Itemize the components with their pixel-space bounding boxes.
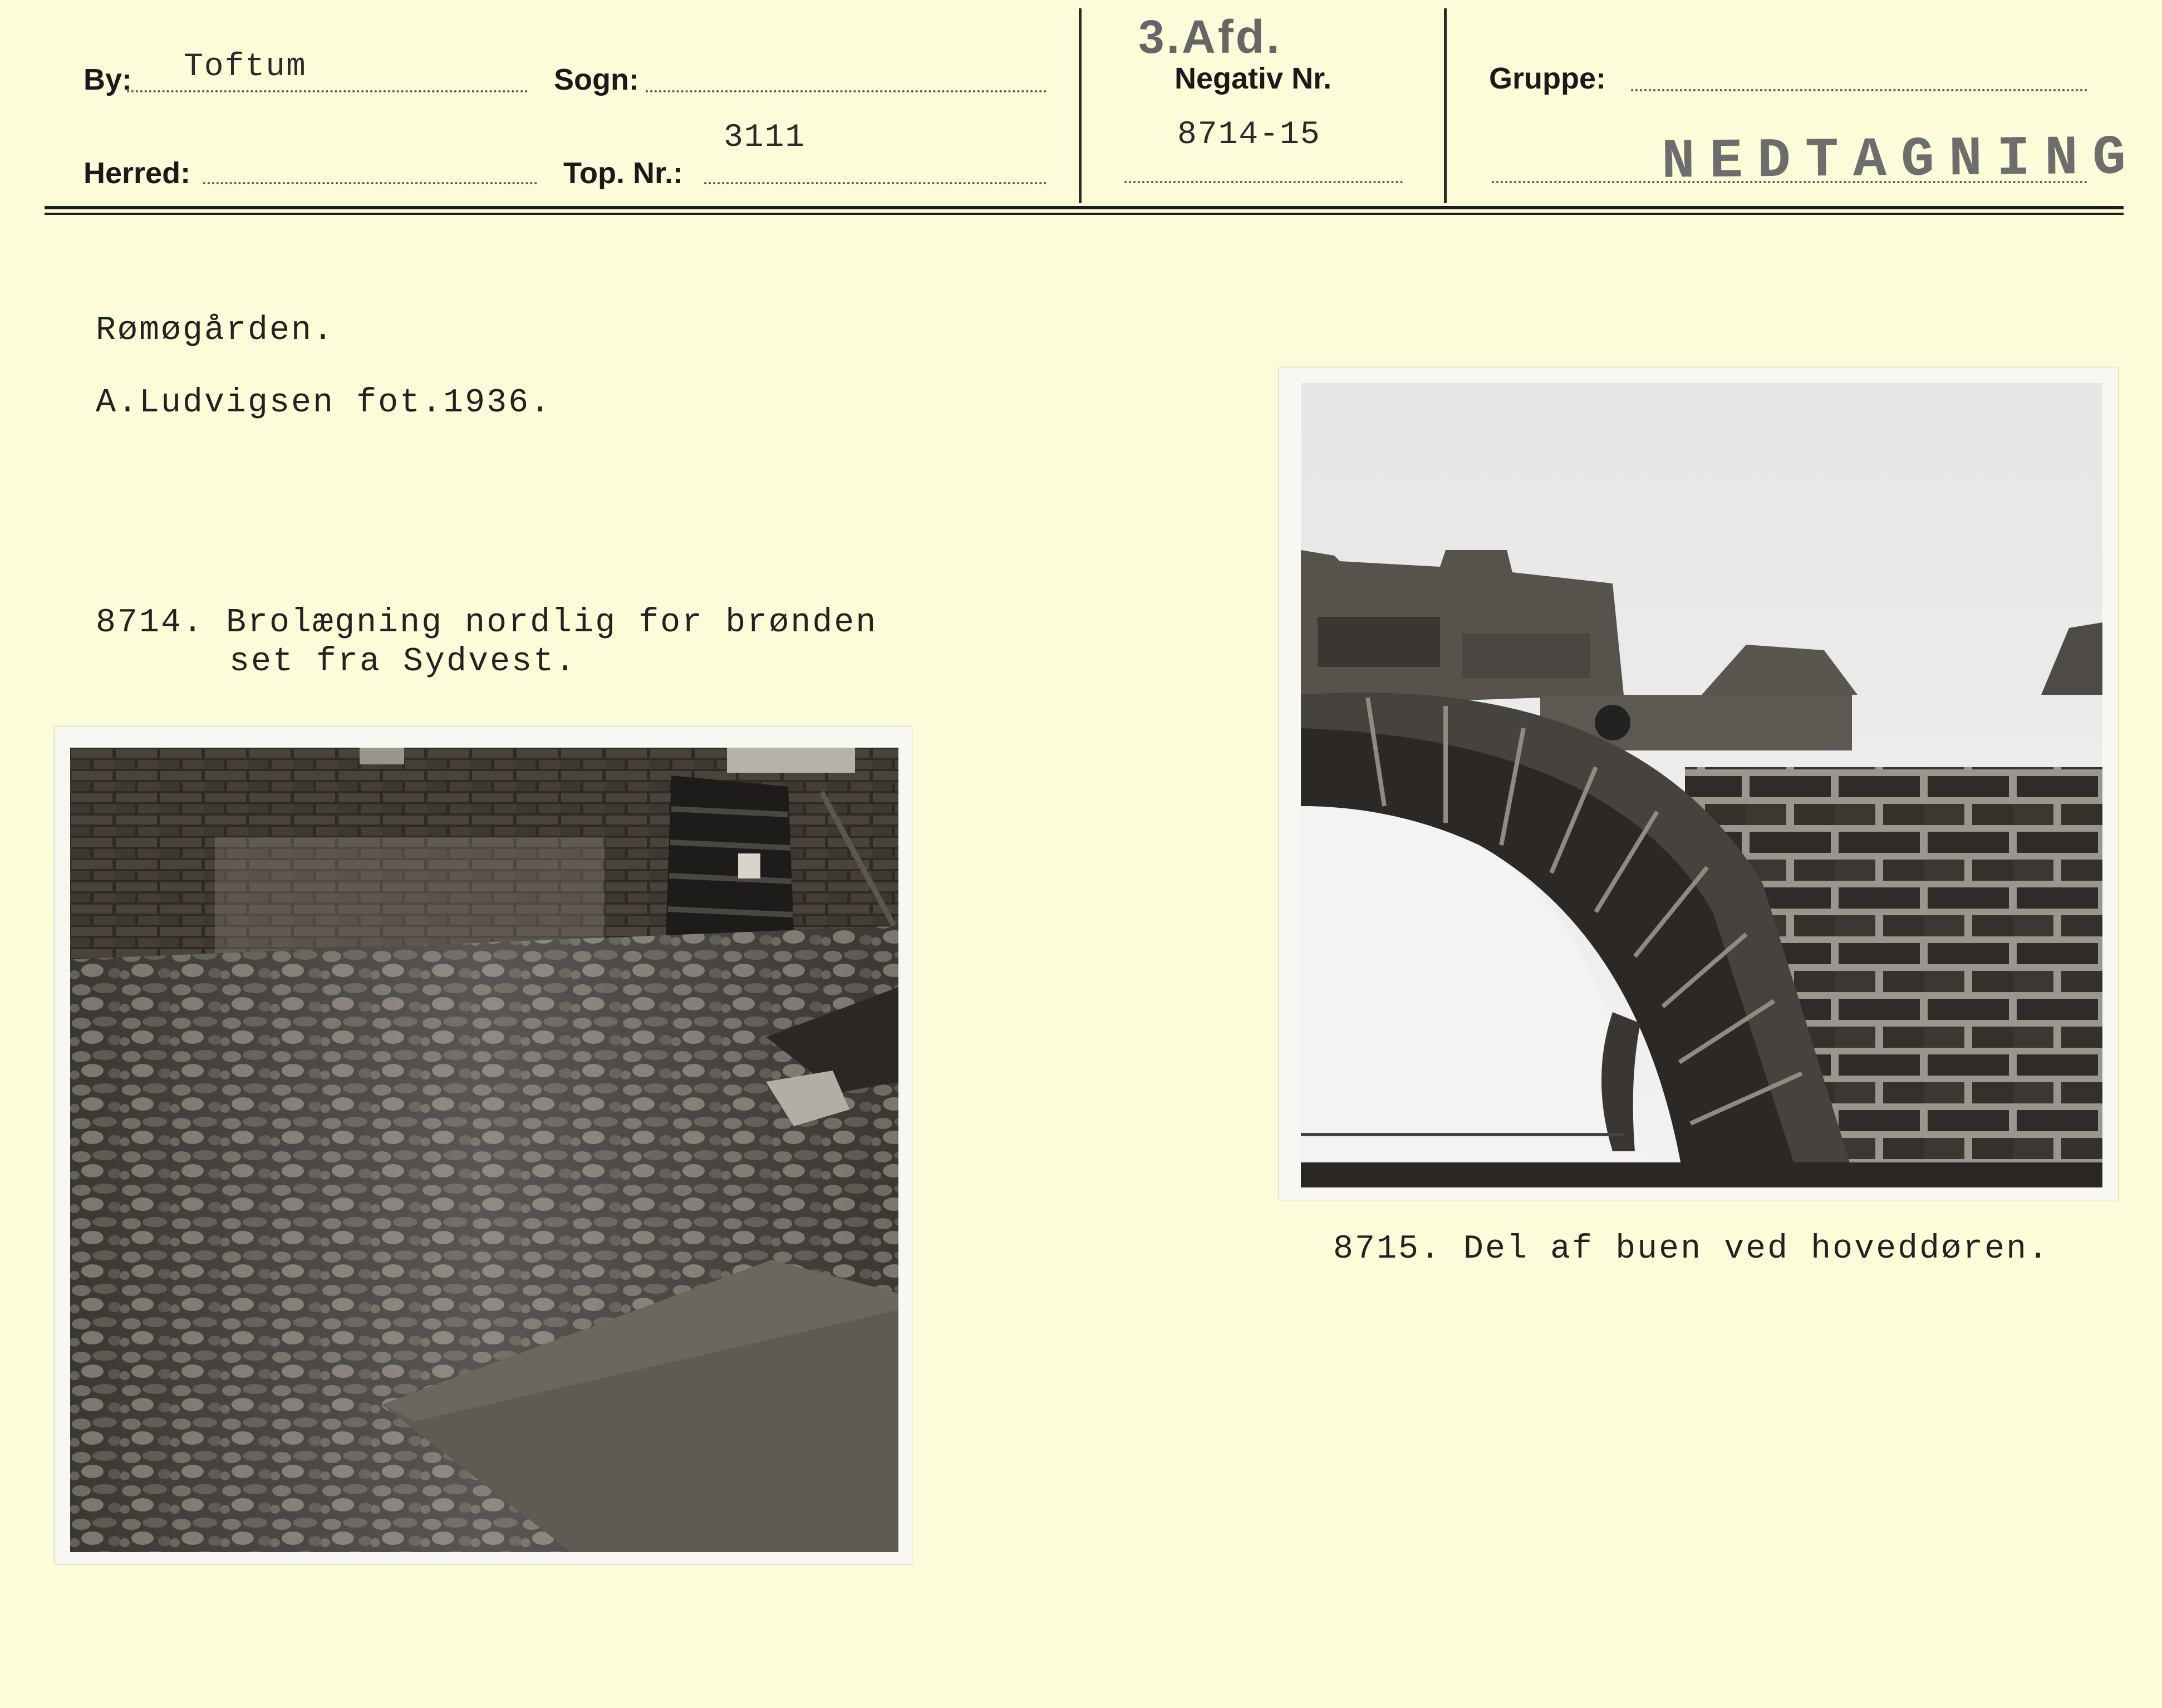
herred-dotted-line	[203, 182, 537, 184]
photo-left-frame	[55, 727, 912, 1564]
top-nr-label: Top. Nr.:	[563, 156, 683, 190]
herred-label: Herred:	[83, 156, 191, 190]
cobblestone-courtyard-photo	[70, 748, 898, 1552]
by-dotted-line	[127, 90, 528, 92]
caption-right: 8715. Del af buen ved hoveddøren.	[1333, 1230, 2050, 1268]
sogn-dotted-line	[646, 90, 1046, 92]
caption-left-line2: set fra Sydvest.	[229, 643, 577, 681]
header-rule-bottom	[45, 213, 2124, 215]
caption-left-line1: 8714. Brolægning nordlig for brønden	[96, 604, 878, 642]
photographer-credit: A.Ludvigsen fot.1936.	[96, 384, 552, 422]
header-rule-top	[45, 206, 2124, 209]
negativ-dotted-line	[1124, 181, 1403, 183]
by-value: Toftum	[184, 49, 307, 85]
by-label: By:	[83, 63, 132, 96]
sogn-label: Sogn:	[554, 63, 639, 96]
top-nr-dotted-line	[704, 182, 1046, 184]
afd-stamp: 3.Afd.	[1138, 11, 1282, 63]
negativ-label: Negativ Nr.	[1175, 62, 1332, 95]
negativ-value: 8714-15	[1177, 117, 1321, 153]
top-nr-value: 3111	[724, 120, 806, 156]
nedtagning-stamp: NEDTAGNING	[1661, 127, 2141, 194]
brick-arch-photo	[1301, 383, 2102, 1187]
gruppe-label: Gruppe:	[1489, 62, 1606, 95]
photo-right-frame	[1279, 367, 2118, 1200]
record-title: Rømøgården.	[96, 312, 335, 350]
header-divider-left	[1079, 8, 1082, 203]
gruppe-dotted-line	[1631, 89, 2087, 91]
header-divider-right	[1444, 8, 1447, 203]
